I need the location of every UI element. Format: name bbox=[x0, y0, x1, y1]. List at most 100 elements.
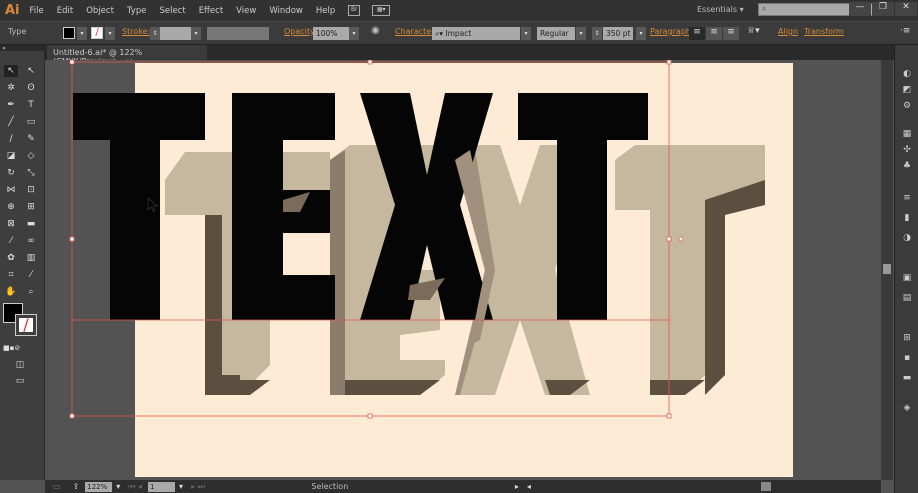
blend-tool-icon[interactable]: ∞ bbox=[24, 235, 38, 247]
pathfinder-icon[interactable]: ▪ bbox=[901, 353, 913, 363]
menu-object[interactable]: Object bbox=[86, 6, 114, 16]
symbol-sprayer-tool-icon[interactable]: ✿ bbox=[4, 252, 18, 264]
stroke-weight-stepper[interactable]: ⇕ bbox=[150, 27, 160, 40]
opacity-field[interactable]: 100% bbox=[313, 27, 349, 40]
draw-mode-icon[interactable]: ◫ bbox=[13, 359, 27, 371]
font-size-dropdown[interactable]: ▾ bbox=[636, 27, 646, 40]
menu-effect[interactable]: Effect bbox=[199, 6, 223, 16]
paintbrush-tool-icon[interactable]: ∕ bbox=[4, 133, 18, 145]
lasso-tool-icon[interactable]: ʘ bbox=[24, 82, 38, 94]
font-family-dropdown[interactable]: ▾ bbox=[521, 27, 531, 40]
scrollbar-thumb[interactable] bbox=[883, 264, 891, 274]
column-graph-tool-icon[interactable]: ▥ bbox=[24, 252, 38, 264]
transform-panel-icon[interactable]: ▬ bbox=[901, 373, 913, 383]
shape-builder-tool-icon[interactable]: ⊕ bbox=[4, 201, 18, 213]
status-menu-arrow[interactable]: ▸ bbox=[515, 482, 519, 491]
zoom-field[interactable]: 122% bbox=[85, 481, 113, 492]
fill-dropdown[interactable]: ▾ bbox=[77, 27, 87, 40]
current-tool-status[interactable]: Selection bbox=[265, 482, 395, 491]
swatches-panel-icon[interactable]: ▦ bbox=[901, 129, 913, 139]
gradient-panel-icon[interactable]: ▮ bbox=[901, 213, 913, 223]
toolbar-collapse-icon[interactable]: « bbox=[0, 45, 45, 52]
envelope-warp-icon[interactable]: ♕▾ bbox=[747, 26, 760, 36]
direct-selection-tool-icon[interactable]: ↖ bbox=[24, 65, 38, 77]
stroke-color-box[interactable]: / bbox=[15, 314, 37, 336]
color-panel-icon[interactable]: ◐ bbox=[901, 69, 913, 79]
opacity-dropdown[interactable]: ▾ bbox=[349, 27, 359, 40]
eyedropper-tool-icon[interactable]: ⁄ bbox=[4, 235, 18, 247]
align-left-button[interactable]: ≡ bbox=[689, 27, 705, 40]
appearance-icon[interactable]: ▣ bbox=[901, 273, 913, 283]
graphic-styles-icon[interactable]: ▤ bbox=[901, 293, 913, 303]
canvas-area[interactable] bbox=[45, 60, 881, 480]
mesh-tool-icon[interactable]: ⊠ bbox=[4, 218, 18, 230]
menu-select[interactable]: Select bbox=[159, 6, 185, 16]
horizontal-scrollbar-thumb[interactable] bbox=[760, 482, 771, 491]
font-size-field[interactable]: 350 pt bbox=[603, 27, 633, 40]
perspective-grid-tool-icon[interactable]: ⊞ bbox=[24, 201, 38, 213]
eraser-tool-icon[interactable]: ◇ bbox=[24, 150, 38, 162]
recolor-artwork-icon[interactable]: ◉ bbox=[371, 25, 380, 36]
workspace-switcher[interactable]: Essentials ▾ bbox=[697, 5, 744, 14]
menu-edit[interactable]: Edit bbox=[57, 6, 73, 16]
stroke-dropdown[interactable]: ▾ bbox=[105, 27, 115, 40]
align-right-button[interactable]: ≡ bbox=[723, 27, 739, 40]
align-link[interactable]: Align bbox=[778, 27, 798, 36]
gradient-tool-icon[interactable]: ▬ bbox=[24, 218, 38, 230]
menu-view[interactable]: View bbox=[236, 6, 256, 16]
zoom-dropdown[interactable]: ▾ bbox=[116, 482, 120, 491]
opacity-label[interactable]: Opacity: bbox=[284, 27, 317, 36]
pen-tool-icon[interactable]: ✒ bbox=[4, 99, 18, 111]
selection-tool-icon[interactable]: ↖ bbox=[4, 65, 18, 77]
stroke-panel-icon[interactable]: ≡ bbox=[901, 193, 913, 203]
vertical-scrollbar[interactable] bbox=[881, 60, 893, 480]
transform-link[interactable]: Transform bbox=[804, 27, 844, 36]
rotate-tool-icon[interactable]: ↻ bbox=[4, 167, 18, 179]
color-guide-icon[interactable]: ◩ bbox=[901, 85, 913, 95]
width-tool-icon[interactable]: ⋈ bbox=[4, 184, 18, 196]
next-artboard-button[interactable]: ▸ ⏭ bbox=[191, 482, 205, 492]
character-label[interactable]: Character: bbox=[395, 27, 437, 36]
restore-button[interactable]: ❐ bbox=[872, 2, 894, 16]
artboard-tool-icon[interactable]: ⌗ bbox=[4, 269, 18, 281]
transparency-icon[interactable]: ◑ bbox=[901, 233, 913, 243]
zoom-tool-icon[interactable]: ⌕ bbox=[24, 286, 38, 298]
artboard-nav-icon[interactable]: ▭ bbox=[53, 482, 61, 491]
swatches-icon[interactable]: ⚙ bbox=[901, 101, 913, 111]
line-tool-icon[interactable]: ╱ bbox=[4, 116, 18, 128]
font-style-dropdown[interactable]: ▾ bbox=[576, 27, 586, 40]
menu-help[interactable]: Help bbox=[316, 6, 335, 16]
font-family-field[interactable]: ⌕▾ Impact bbox=[432, 27, 520, 40]
align-panel-icon[interactable]: ⊞ bbox=[901, 333, 913, 343]
type-tool-icon[interactable]: T bbox=[24, 99, 38, 111]
pencil-tool-icon[interactable]: ✎ bbox=[24, 133, 38, 145]
stroke-label[interactable]: Stroke: bbox=[122, 27, 150, 36]
minimize-button[interactable]: — bbox=[849, 2, 871, 16]
hand-tool-icon[interactable]: ✋ bbox=[4, 286, 18, 298]
font-style-field[interactable]: Regular bbox=[537, 27, 575, 40]
document-tab[interactable]: Untitled-6.ai* @ 122% (CMYK/Preview) × bbox=[47, 45, 207, 66]
horizontal-scroll-left[interactable]: ◂ bbox=[527, 482, 531, 491]
first-artboard-button[interactable]: ⏮ ◂ bbox=[128, 482, 142, 492]
fill-swatch[interactable] bbox=[63, 27, 75, 39]
font-size-stepper[interactable]: ⇕ bbox=[592, 27, 602, 40]
variable-width-profile[interactable] bbox=[207, 27, 269, 40]
menu-type[interactable]: Type bbox=[127, 6, 147, 16]
bridge-button[interactable]: Br bbox=[348, 5, 361, 16]
rectangle-tool-icon[interactable]: ▭ bbox=[24, 116, 38, 128]
stroke-none-swatch[interactable]: / bbox=[91, 27, 103, 39]
color-mode-buttons[interactable]: ■▪⊘ bbox=[3, 342, 20, 354]
artboard-number-field[interactable]: 1 bbox=[148, 481, 176, 492]
stroke-weight-dropdown[interactable]: ▾ bbox=[191, 27, 201, 40]
panel-menu-icon[interactable]: ·≡ bbox=[900, 26, 910, 36]
artboard-dropdown[interactable]: ▾ bbox=[179, 482, 183, 491]
blob-brush-tool-icon[interactable]: ◪ bbox=[4, 150, 18, 162]
layers-icon[interactable]: ◈ bbox=[901, 403, 913, 413]
slice-tool-icon[interactable]: ⁄ bbox=[24, 269, 38, 281]
scale-tool-icon[interactable]: ⤡ bbox=[24, 167, 38, 179]
menu-window[interactable]: Window bbox=[269, 6, 303, 16]
symbols-icon[interactable]: ♣ bbox=[901, 161, 913, 171]
menu-file[interactable]: File bbox=[30, 6, 44, 16]
close-button[interactable]: ✕ bbox=[895, 2, 917, 16]
align-center-button[interactable]: ≡ bbox=[706, 27, 722, 40]
